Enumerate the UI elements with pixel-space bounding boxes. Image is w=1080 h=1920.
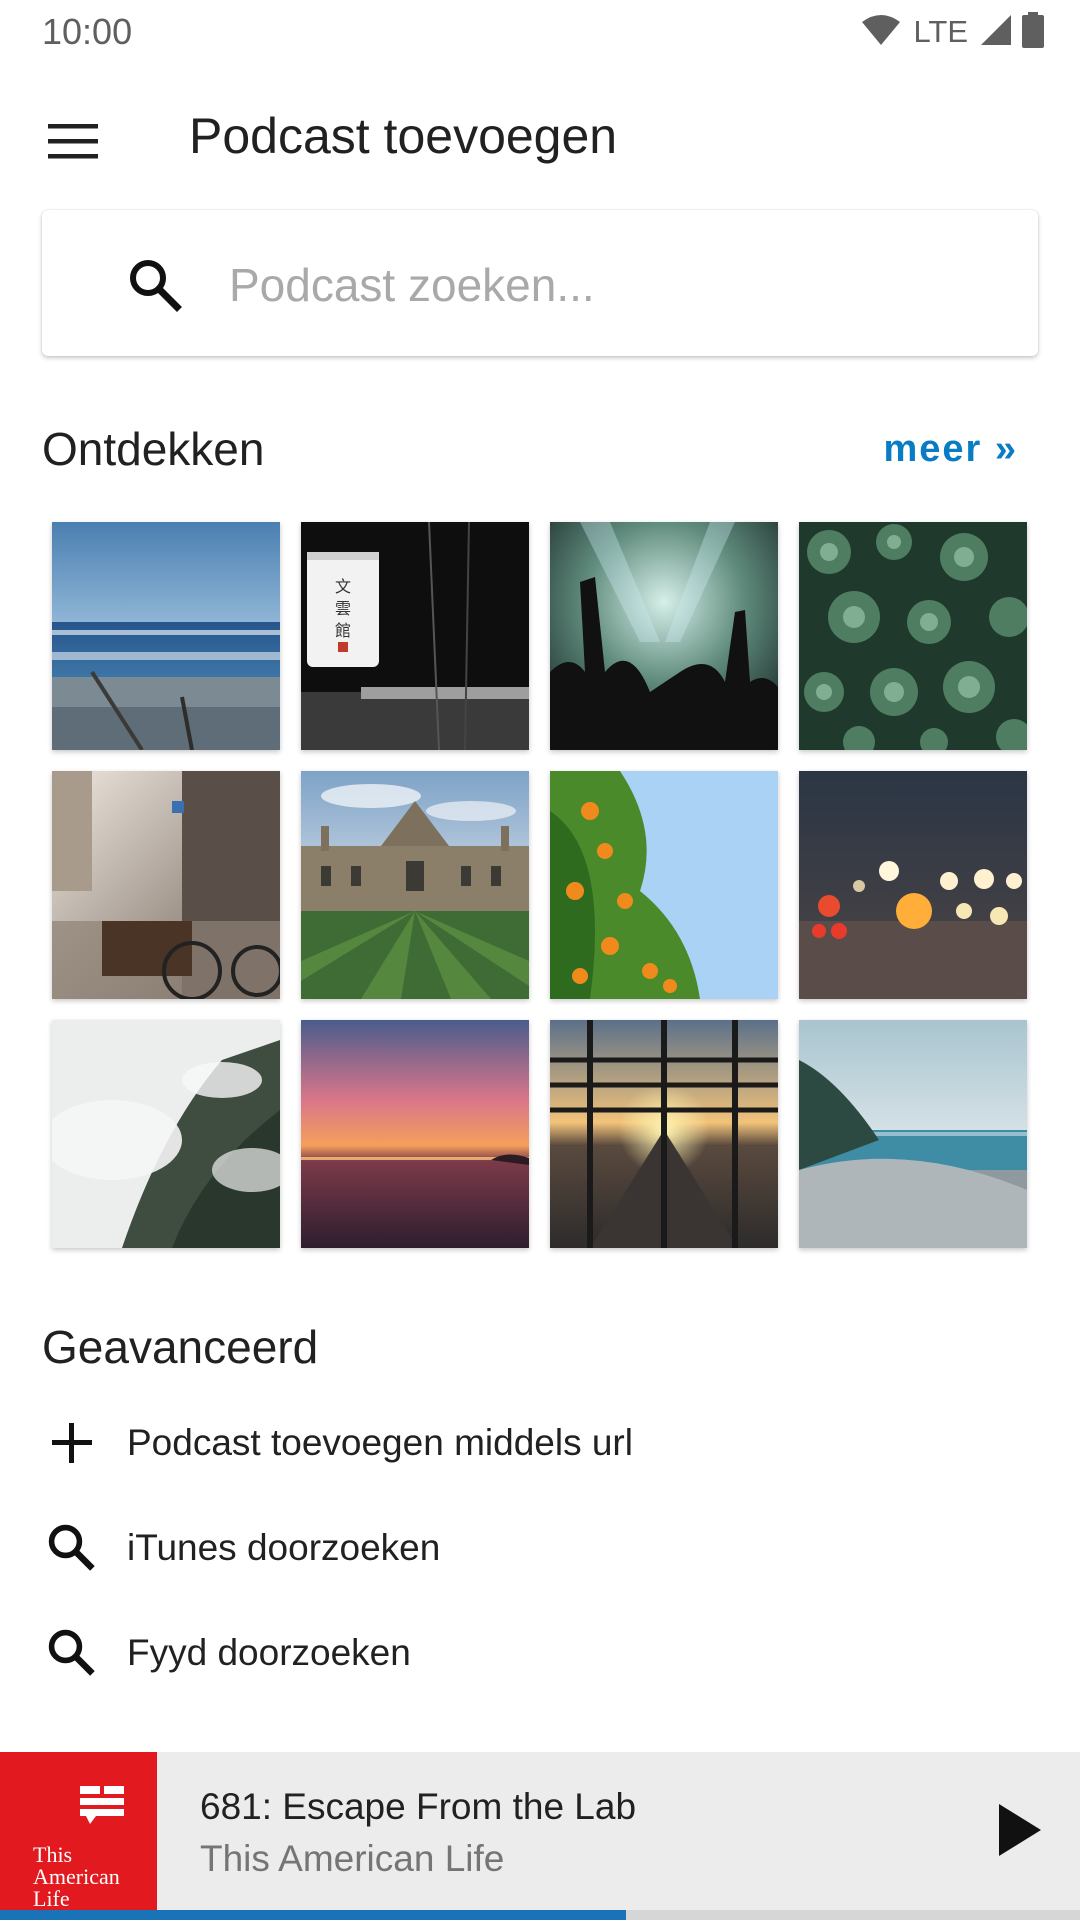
- podcast-tile-misty-mountain[interactable]: [52, 1020, 280, 1248]
- search-input[interactable]: [227, 244, 991, 326]
- play-icon: [997, 1802, 1043, 1863]
- play-button[interactable]: [985, 1796, 1055, 1868]
- podcast-tile-rocky-shore[interactable]: [799, 1020, 1027, 1248]
- status-icons: LTE: [861, 11, 1044, 53]
- podcast-tile-college[interactable]: [301, 771, 529, 999]
- podcast-title: This American Life: [200, 1838, 505, 1879]
- search-icon: [44, 1520, 100, 1576]
- app-bar: Podcast toevoegen: [0, 63, 1080, 213]
- podcast-artwork: This American Life: [0, 1752, 157, 1912]
- discover-grid: 文 雲 館: [52, 522, 1028, 1248]
- podcast-tile-lantern[interactable]: 文 雲 館: [301, 522, 529, 750]
- search-card[interactable]: [42, 210, 1038, 356]
- podcast-tile-beach[interactable]: [52, 522, 280, 750]
- search-itunes-item[interactable]: iTunes doorzoeken: [0, 1495, 1080, 1600]
- page: 10:00 LTE Podcast toevoegen Podcast zoek…: [0, 0, 1080, 1920]
- search-icon: [44, 1625, 100, 1681]
- battery-icon: [1022, 11, 1044, 53]
- podcast-tile-highway[interactable]: [550, 1020, 778, 1248]
- status-time: 10:00: [42, 11, 133, 52]
- svg-text:館: 館: [335, 621, 351, 640]
- plus-icon: [44, 1415, 100, 1471]
- svg-text:雲: 雲: [335, 599, 351, 618]
- podcast-tile-street[interactable]: [52, 771, 280, 999]
- podcast-tile-sunset-sea[interactable]: [301, 1020, 529, 1248]
- add-by-url-label: Podcast toevoegen middels url: [127, 1421, 633, 1463]
- now-playing-bar[interactable]: This American Life 681: Escape From the …: [0, 1752, 1080, 1920]
- menu-button[interactable]: [33, 103, 113, 183]
- artwork-text-line-3: Life: [33, 1886, 70, 1911]
- advanced-list: Podcast toevoegen middels url iTunes doo…: [0, 1390, 1080, 1705]
- search-itunes-label: iTunes doorzoeken: [127, 1526, 441, 1568]
- menu-icon: [48, 121, 98, 166]
- advanced-title: Geavanceerd: [42, 1321, 319, 1373]
- more-link[interactable]: meer »: [883, 428, 1018, 471]
- search-icon: [127, 257, 183, 313]
- search-fyyd-label: Fyyd doorzoeken: [127, 1631, 411, 1673]
- podcast-tile-bokeh[interactable]: [799, 771, 1027, 999]
- podcast-tile-orange-tree[interactable]: [550, 771, 778, 999]
- podcast-tile-succulents[interactable]: [799, 522, 1027, 750]
- playback-progress[interactable]: [0, 1910, 1080, 1920]
- playback-progress-fill: [0, 1910, 627, 1920]
- podcast-tile-concert[interactable]: [550, 522, 778, 750]
- discover-title: Ontdekken: [42, 423, 265, 475]
- page-title: Podcast toevoegen: [189, 108, 618, 164]
- search-fyyd-item[interactable]: Fyyd doorzoeken: [0, 1600, 1080, 1705]
- network-type: LTE: [913, 14, 968, 49]
- wifi-icon: [861, 14, 901, 51]
- status-bar: 10:00 LTE: [0, 0, 1080, 63]
- svg-text:文: 文: [335, 577, 351, 596]
- add-by-url-item[interactable]: Podcast toevoegen middels url: [0, 1390, 1080, 1495]
- signal-icon: [980, 14, 1012, 51]
- episode-title: 681: Escape From the Lab: [200, 1786, 637, 1827]
